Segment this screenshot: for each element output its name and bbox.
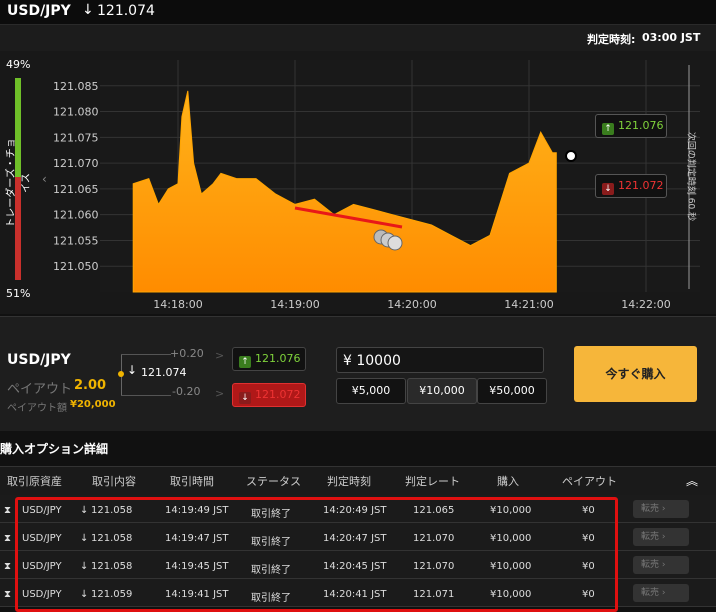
details-title: 購入オプション詳細: [0, 442, 109, 456]
hourglass-icon: ⧗: [4, 505, 12, 516]
col-asset: 取引原資産: [7, 475, 62, 488]
amount-preset-5000[interactable]: ¥5,000: [336, 378, 406, 404]
hourglass-icon: ⧗: [4, 561, 12, 572]
y-tick-label: 121.060: [53, 209, 99, 222]
y-tick-label: 121.070: [53, 157, 99, 170]
amount-input[interactable]: ¥ 10000: [336, 347, 544, 373]
payout-amount-label: ペイアウト額: [7, 403, 67, 414]
payout-label: ペイアウト: [7, 382, 73, 397]
resell-button[interactable]: 転売 ›: [633, 556, 689, 574]
expiry-label: 判定時刻:: [587, 33, 636, 46]
amount-preset-50000[interactable]: ¥50,000: [477, 378, 547, 404]
put-rate-tag: ↓ 121.072: [595, 174, 667, 198]
down-arrow-icon: ↓: [82, 2, 94, 18]
call-button-rate: 121.076: [255, 352, 301, 365]
next-expiry-text: 次回の判定時刻: [685, 131, 696, 195]
resell-label: 転売: [641, 560, 660, 570]
y-tick-label: 121.075: [53, 131, 99, 144]
y-tick-label: 121.085: [53, 80, 99, 93]
resell-label: 転売: [641, 532, 660, 542]
col-purchase: 購入: [497, 475, 519, 488]
bracket-bottom: [121, 395, 171, 396]
highlight-box: [15, 497, 618, 612]
arrow-down-icon: ↓: [602, 183, 614, 195]
chevron-right-icon: >: [215, 349, 225, 362]
current-price-dot: [565, 150, 577, 162]
col-time: 取引時間: [170, 475, 214, 488]
arrow-right-icon: ›: [659, 532, 666, 542]
arrow-right-icon: ›: [659, 560, 666, 570]
x-tick-label: 14:20:00: [387, 298, 436, 311]
panel-pair: USD/JPY: [7, 352, 71, 368]
amount-preset-10000[interactable]: ¥10,000: [407, 378, 477, 404]
spot-dot: [118, 371, 124, 377]
delta-up: +0.20: [170, 347, 204, 360]
resell-button[interactable]: 転売 ›: [633, 528, 689, 546]
arrow-right-icon: ›: [659, 588, 666, 598]
col-rate: 判定レート: [405, 475, 460, 488]
col-content: 取引内容: [92, 475, 136, 488]
hourglass-icon: ⧗: [4, 589, 12, 600]
x-tick-label: 14:19:00: [270, 298, 319, 311]
y-tick-label: 121.055: [53, 234, 99, 247]
y-tick-label: 121.050: [53, 260, 99, 273]
call-rate-text: 121.076: [618, 119, 664, 132]
bracket-top: [121, 354, 171, 355]
delta-down: -0.20: [172, 385, 201, 398]
pair-title: USD/JPY: [7, 3, 71, 19]
col-payout: ペイアウト: [562, 475, 617, 488]
x-axis: 14:18:00 14:19:00 14:20:00 14:21:00 14:22:00: [153, 298, 670, 311]
x-tick-label: 14:18:00: [153, 298, 202, 311]
hourglass-icon: ⧗: [4, 533, 12, 544]
y-tick-label: 121.065: [53, 183, 99, 196]
arrow-down-icon: ↓: [239, 392, 251, 404]
col-expiry: 判定時刻: [327, 475, 371, 488]
resell-button[interactable]: 転売 ›: [633, 500, 689, 518]
chevron-up-icon[interactable]: ︽: [686, 472, 698, 489]
x-tick-label: 14:21:00: [504, 298, 553, 311]
call-button[interactable]: ↑ 121.076: [232, 347, 306, 371]
payout-value: 2.00: [74, 378, 107, 393]
payout-amount-value: ¥20,000: [70, 399, 116, 410]
next-expiry-seconds: 60 秒: [685, 197, 696, 222]
resell-label: 転売: [641, 588, 660, 598]
resell-label: 転売: [641, 504, 660, 514]
chevron-right-icon: >: [215, 387, 225, 400]
current-rate: 121.074: [97, 3, 155, 19]
resell-button[interactable]: 転売 ›: [633, 584, 689, 602]
expiry-time: 03:00 JST: [642, 31, 701, 44]
spot-down-arrow-icon: ↓: [127, 363, 138, 377]
col-status: ステータス: [246, 475, 301, 488]
put-button[interactable]: ↓ 121.072: [232, 383, 306, 407]
call-rate-tag: ↑ 121.076: [595, 114, 667, 138]
spot-rate: 121.074: [141, 366, 187, 379]
y-tick-label: 121.080: [53, 106, 99, 119]
next-expiry-label: 次回の判定時刻 60 秒: [686, 122, 699, 232]
arrow-right-icon: ›: [659, 504, 666, 514]
y-axis: 121.085 121.080 121.075 121.070 121.065 121.0…: [53, 80, 99, 273]
arrow-up-icon: ↑: [239, 356, 251, 368]
put-button-rate: 121.072: [255, 388, 301, 401]
x-tick-label: 14:22:00: [621, 298, 670, 311]
arrow-up-icon: ↑: [602, 123, 614, 135]
put-rate-text: 121.072: [618, 179, 664, 192]
buy-now-button[interactable]: 今すぐ購入: [574, 346, 697, 402]
